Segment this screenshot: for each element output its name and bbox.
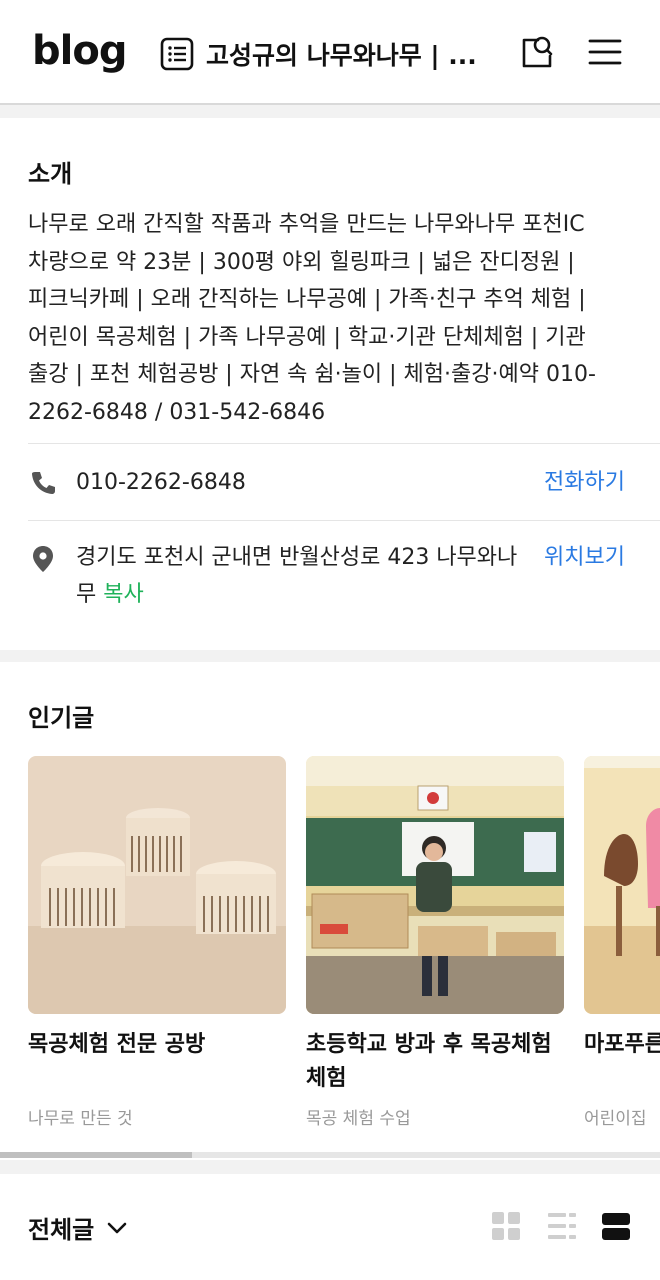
post-title: 목공체험 전문 공방 xyxy=(28,1032,206,1057)
phone-icon xyxy=(32,472,55,494)
popular-post-card[interactable]: 초등학교 방과 후 목공체험 체험 목공 체험 수업 xyxy=(306,756,564,1129)
phone-row: 010-2262-6848 전화하기 xyxy=(28,463,660,521)
popular-post-card[interactable]: 목공체험 전문 공방 나무로 만든 것 xyxy=(28,756,286,1129)
post-category: 목공 체험 수업 xyxy=(306,1109,411,1129)
copy-address-button[interactable]: 복사 xyxy=(103,582,143,607)
blog-title: 고성규의 나무와나무 | ... xyxy=(206,41,477,70)
popular-post-card[interactable]: 마포푸른 어린이집 xyxy=(584,756,660,1129)
call-button[interactable]: 전화하기 xyxy=(544,464,625,496)
list-document-icon xyxy=(160,37,194,71)
blog-title-link[interactable]: 고성규의 나무와나무 | ... xyxy=(160,36,481,72)
location-pin-icon xyxy=(33,546,53,572)
app-header: blog 고성규의 나무와나무 | ... xyxy=(0,0,660,105)
popular-heading: 인기글 xyxy=(28,704,95,732)
post-thumbnail xyxy=(306,756,564,1014)
popular-carousel[interactable]: 목공체험 전문 공방 나무로 만든 것 초등학교 방과 후 목공체험 체험 목공… xyxy=(28,756,660,1136)
list-view-icon[interactable] xyxy=(546,1210,578,1242)
intro-description: 나무로 오래 간직할 작품과 추억을 만드는 나무와나무 포천IC 차량으로 약… xyxy=(28,212,596,425)
intro-heading: 소개 xyxy=(28,160,73,188)
hamburger-menu-icon[interactable] xyxy=(586,32,626,72)
address-row: 경기도 포천시 군내면 반월산성로 423 나무와나무 복사 위치보기 xyxy=(28,538,660,618)
post-title: 초등학교 방과 후 목공체험 체험 xyxy=(306,1032,552,1091)
all-posts-dropdown[interactable]: 전체글 xyxy=(28,1210,128,1245)
grid-view-icon[interactable] xyxy=(490,1210,522,1242)
section-gap xyxy=(0,105,660,118)
divider xyxy=(28,443,660,444)
carousel-scroll-thumb[interactable] xyxy=(0,1152,192,1158)
address-text: 경기도 포천시 군내면 반월산성로 423 나무와나무 복사 xyxy=(76,539,521,613)
section-gap xyxy=(0,1160,660,1174)
search-icon[interactable] xyxy=(516,32,556,72)
carousel-scrollbar[interactable] xyxy=(0,1152,660,1158)
phone-number: 010-2262-6848 xyxy=(76,470,246,495)
chevron-down-icon xyxy=(107,1222,127,1233)
view-location-button[interactable]: 위치보기 xyxy=(544,539,625,571)
post-thumbnail xyxy=(28,756,286,1014)
post-title: 마포푸른 xyxy=(584,1032,660,1057)
blog-logo[interactable]: blog xyxy=(32,28,127,74)
post-list-bar: 전체글 xyxy=(0,1174,660,1280)
all-posts-label: 전체글 xyxy=(28,1216,95,1244)
divider xyxy=(28,520,660,521)
card-view-icon[interactable] xyxy=(600,1210,632,1242)
post-category: 어린이집 xyxy=(584,1109,647,1129)
post-thumbnail xyxy=(584,756,660,1014)
popular-posts-section: 인기글 목공체험 전문 공방 나무로 만든 것 초등학교 방과 후 목공체험 체… xyxy=(0,662,660,1160)
intro-section: 소개 나무로 오래 간직할 작품과 추억을 만드는 나무와나무 포천IC 차량으… xyxy=(0,118,660,650)
post-category: 나무로 만든 것 xyxy=(28,1109,133,1129)
section-gap xyxy=(0,650,660,662)
